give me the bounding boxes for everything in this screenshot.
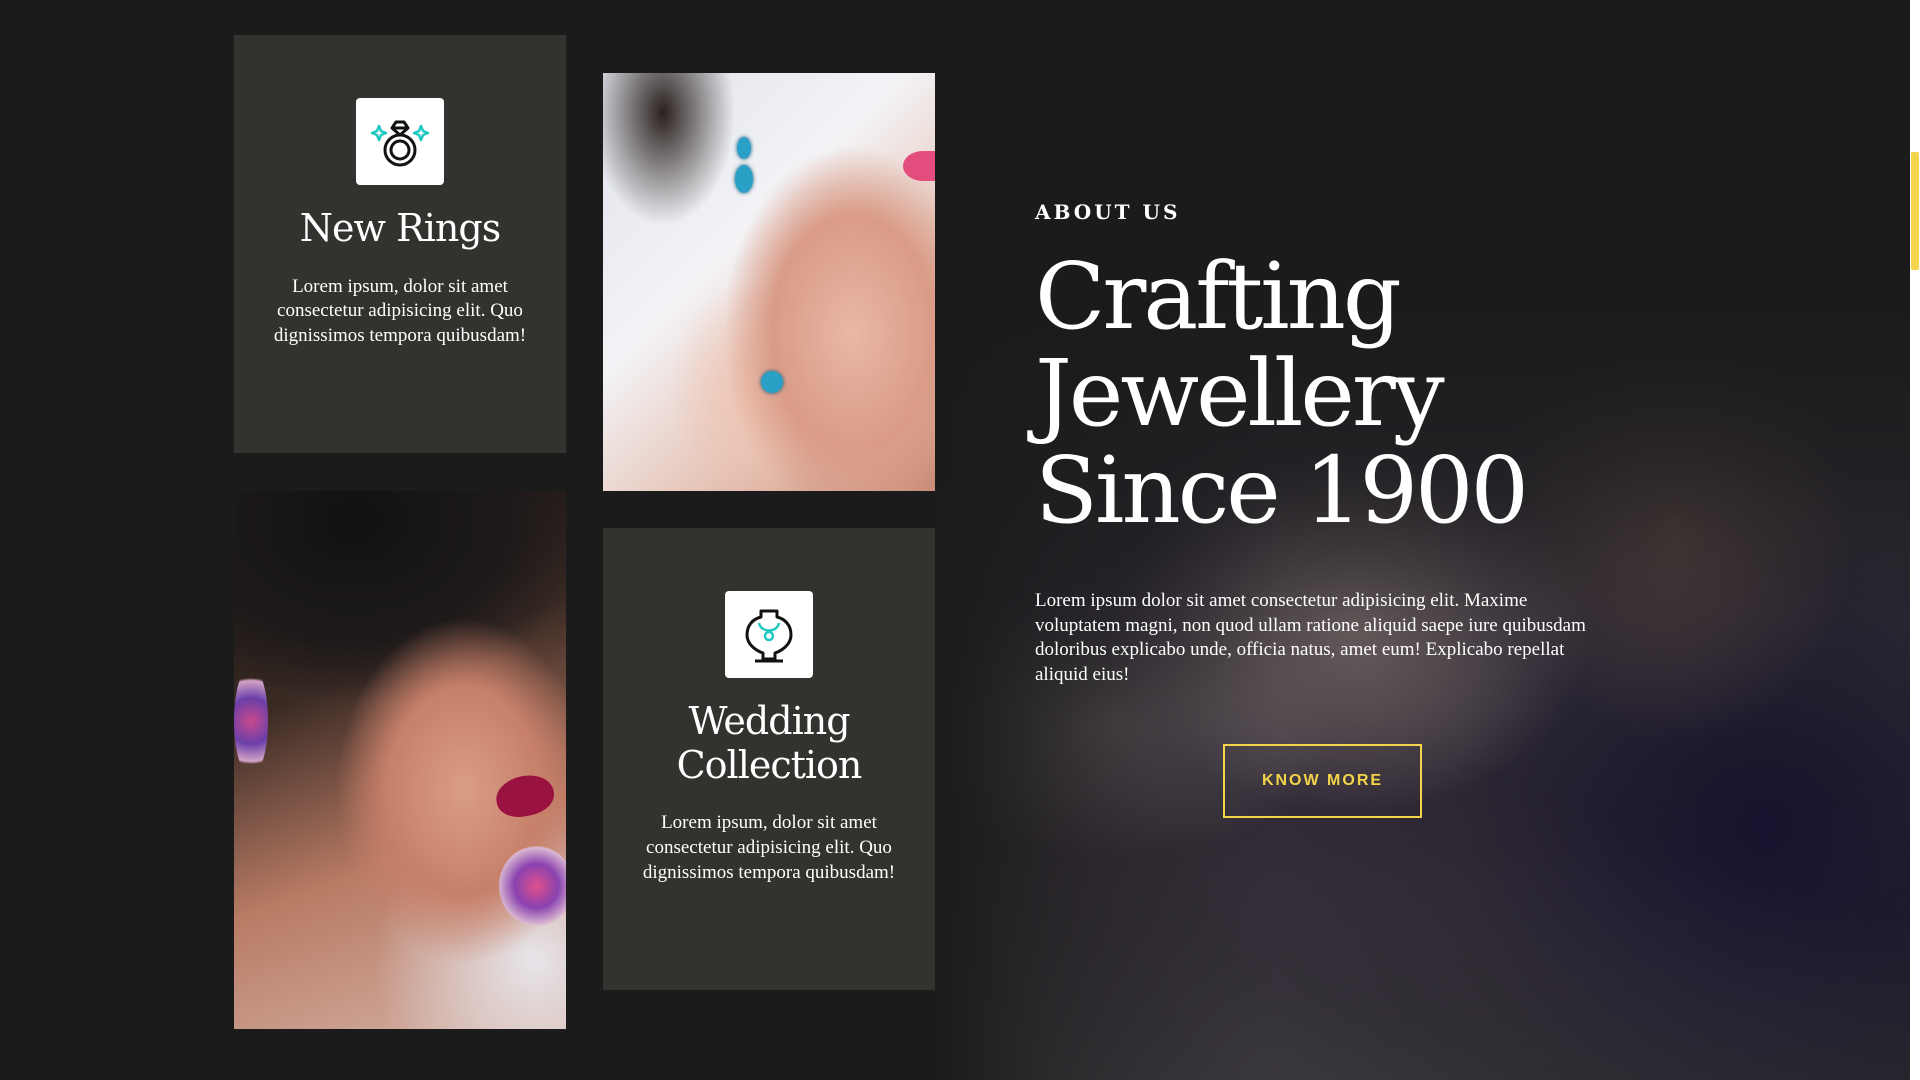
card-description: Lorem ipsum, dolor sit amet consectetur … [642, 812, 896, 883]
headline-line-3: Since 1900 [1035, 437, 1529, 544]
card-title-line-1: Wedding [688, 699, 850, 743]
woman-with-earrings-photo [234, 491, 566, 1029]
card-title: New Rings [299, 206, 501, 250]
page-scrollbar[interactable] [1910, 0, 1920, 1080]
headline-line-1: Crafting [1035, 243, 1402, 350]
about-content: ABOUT US Crafting Jewellery Since 1900 L… [1035, 200, 1595, 688]
know-more-button[interactable]: KNOW MORE [1223, 744, 1422, 818]
card-title-line-2: Collection [676, 742, 863, 787]
wedding-collection-card[interactable]: Wedding Collection Lorem ipsum, dolor si… [603, 528, 935, 990]
section-eyebrow: ABOUT US [1035, 200, 1181, 224]
scrollbar-thumb[interactable] [1911, 152, 1919, 270]
card-description: Lorem ipsum, dolor sit amet consectetur … [273, 275, 527, 347]
section-headline: Crafting Jewellery Since 1900 [1035, 248, 1595, 539]
about-section: New Rings Lorem ipsum, dolor sit amet co… [0, 0, 1920, 1080]
card-title: Wedding Collection [603, 699, 935, 787]
earring-model-photo [603, 73, 935, 491]
diamond-ring-icon [356, 98, 444, 185]
about-description: Lorem ipsum dolor sit amet consectetur a… [1035, 590, 1586, 686]
headline-line-2: Jewellery [1035, 340, 1445, 447]
necklace-bust-icon [725, 591, 813, 678]
new-rings-card[interactable]: New Rings Lorem ipsum, dolor sit amet co… [234, 35, 566, 453]
